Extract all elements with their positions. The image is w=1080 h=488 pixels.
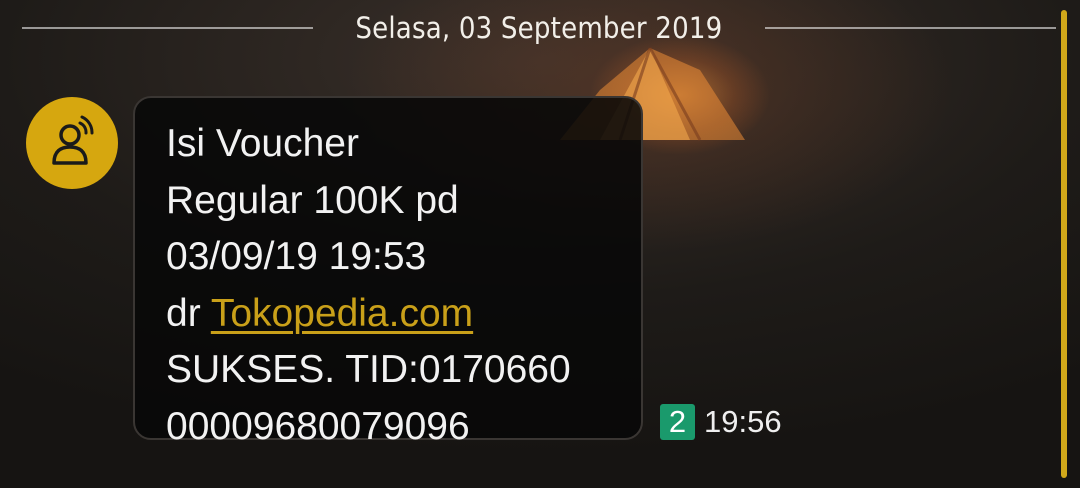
contact-person-icon	[52, 115, 94, 165]
message-line: Regular 100K pd	[166, 178, 459, 222]
message-line: 00009680079096	[166, 404, 470, 448]
message-line: 03/09/19 19:53	[166, 235, 427, 278]
message-bubble[interactable]: Isi Voucher Regular 100K pd 03/09/19 19:…	[133, 96, 643, 448]
divider-line-right	[764, 27, 1057, 29]
date-label: Selasa, 03 September 2019	[355, 11, 723, 45]
divider-line-left	[22, 27, 314, 29]
scrollbar[interactable]	[1061, 10, 1067, 478]
sender-avatar[interactable]	[26, 97, 118, 189]
message-timestamp: 19:56	[704, 404, 782, 439]
message-line-with-link: dr Tokopedia.com	[166, 286, 641, 343]
message-line: SUKSES. TID:0170660	[166, 348, 571, 391]
message-meta: 2 19:56	[660, 402, 782, 442]
message-line: Isi Voucher	[166, 122, 359, 165]
sim-2-icon: 2	[660, 404, 695, 440]
date-divider: Selasa, 03 September 2019	[22, 8, 1057, 48]
message-text: dr	[166, 291, 211, 335]
tokopedia-link[interactable]: Tokopedia.com	[211, 292, 473, 335]
